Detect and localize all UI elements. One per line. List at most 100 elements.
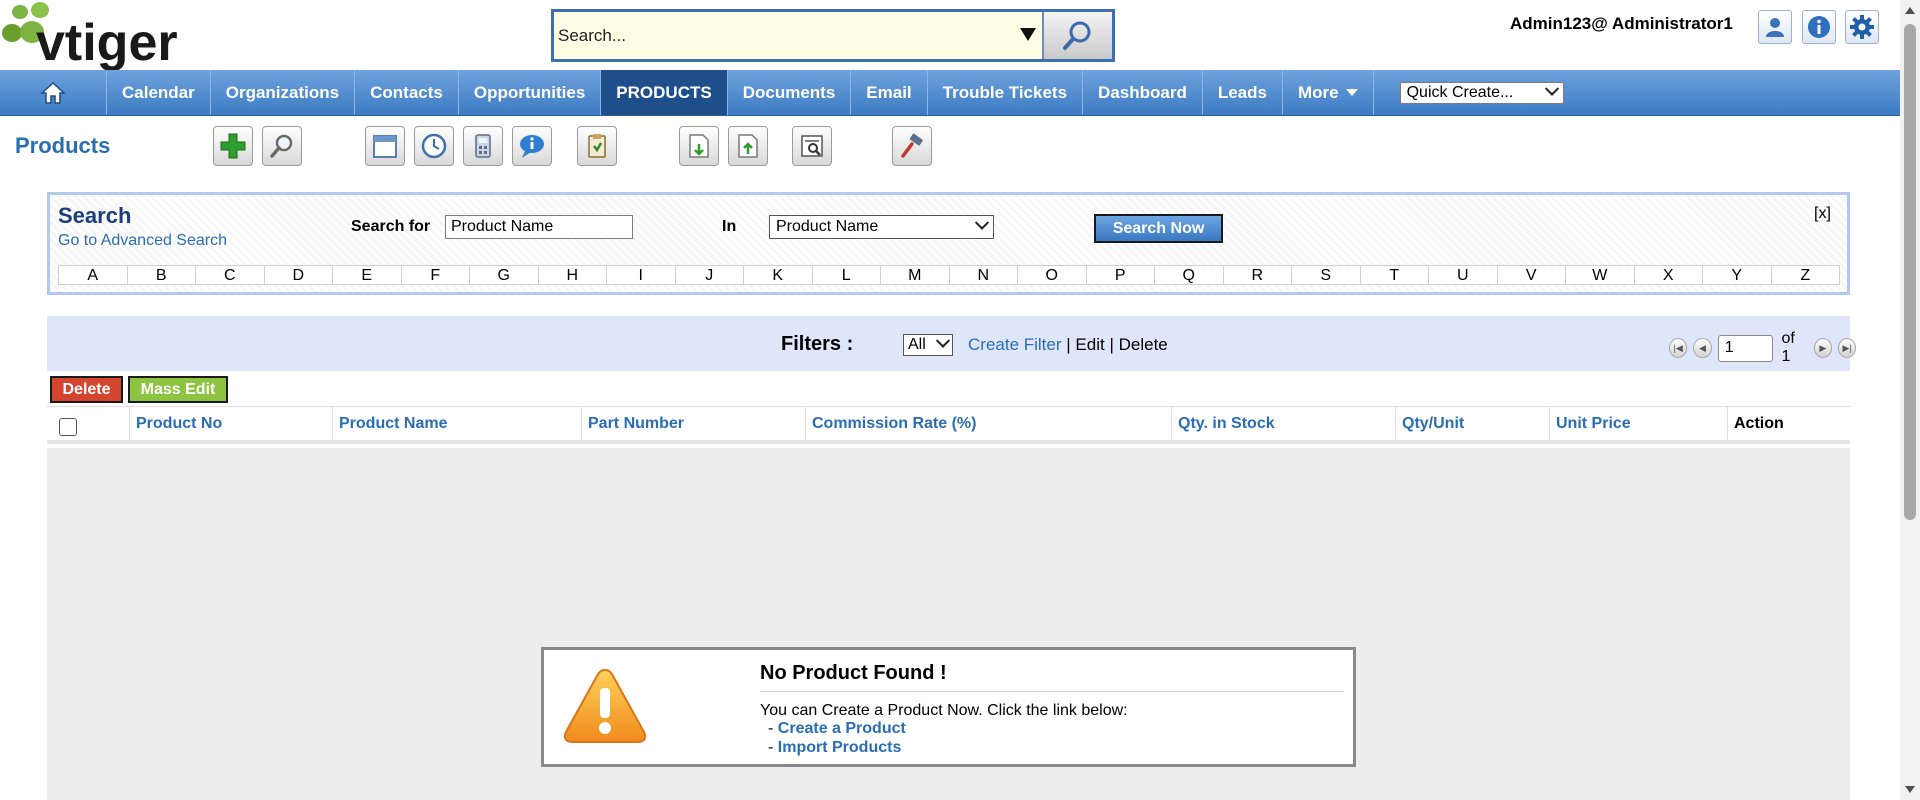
separator: |: [1109, 335, 1114, 354]
settings-button[interactable]: [892, 126, 932, 166]
create-product-row: - Create a Product: [768, 720, 906, 738]
alphabet-letter-g[interactable]: G: [470, 266, 539, 284]
import-products-link[interactable]: Import Products: [778, 739, 902, 756]
tab-calendar[interactable]: Calendar: [107, 70, 211, 115]
prev-page-icon[interactable]: ◀: [1693, 338, 1712, 358]
calendar-button[interactable]: [365, 126, 405, 166]
alphabet-letter-e[interactable]: E: [333, 266, 402, 284]
search-in-select[interactable]: Product Name: [769, 215, 994, 239]
column-part-number[interactable]: Part Number: [581, 407, 805, 440]
home-button[interactable]: [0, 70, 107, 115]
alphabet-letter-n[interactable]: N: [950, 266, 1018, 284]
alphabet-letter-u[interactable]: U: [1429, 266, 1498, 284]
alphabet-letter-a[interactable]: A: [59, 266, 128, 284]
column-product-name[interactable]: Product Name: [332, 407, 581, 440]
empty-state-box: No Product Found ! You can Create a Prod…: [541, 647, 1356, 767]
settings-gear-icon[interactable]: [1845, 10, 1879, 44]
alphabet-letter-o[interactable]: O: [1018, 266, 1087, 284]
alphabet-letter-s[interactable]: S: [1292, 266, 1361, 284]
import-button[interactable]: [679, 126, 719, 166]
close-search-button[interactable]: [x]: [1814, 205, 1831, 223]
filter-selected-value: All: [908, 336, 926, 353]
alphabet-letter-c[interactable]: C: [196, 266, 265, 284]
alphabet-letter-h[interactable]: H: [539, 266, 607, 284]
tab-dashboard[interactable]: Dashboard: [1083, 70, 1203, 115]
calculator-icon: [475, 134, 491, 158]
alphabet-letter-p[interactable]: P: [1087, 266, 1155, 284]
clock-icon: [421, 133, 447, 159]
alphabet-letter-k[interactable]: K: [744, 266, 813, 284]
column-qty-unit[interactable]: Qty/Unit: [1395, 407, 1549, 440]
last-page-icon[interactable]: ▶|: [1838, 338, 1857, 358]
column-qty-in-stock[interactable]: Qty. in Stock: [1171, 407, 1395, 440]
add-product-button[interactable]: [213, 126, 253, 166]
alphabet-letter-d[interactable]: D: [265, 266, 333, 284]
export-button[interactable]: [728, 126, 768, 166]
page-title[interactable]: Products: [15, 133, 110, 159]
quick-create-value: Quick Create...: [1406, 83, 1514, 101]
search-products-button[interactable]: [262, 126, 302, 166]
delete-button[interactable]: Delete: [50, 376, 123, 403]
find-duplicates-button[interactable]: [792, 126, 832, 166]
alphabet-letter-i[interactable]: I: [607, 266, 676, 284]
alphabet-letter-f[interactable]: F: [402, 266, 470, 284]
search-now-button[interactable]: Search Now: [1094, 214, 1223, 243]
scroll-up-icon[interactable]: [1905, 7, 1915, 14]
tab-documents[interactable]: Documents: [728, 70, 852, 115]
search-icon: [1063, 21, 1091, 50]
global-search[interactable]: Search...: [551, 9, 1115, 62]
search-dropdown-icon[interactable]: [1020, 28, 1036, 41]
tab-organizations[interactable]: Organizations: [211, 70, 356, 115]
alphabet-letter-b[interactable]: B: [128, 266, 196, 284]
search-for-input[interactable]: Product Name: [445, 215, 633, 239]
tab-label: Documents: [742, 82, 836, 102]
chat-icon: [520, 135, 544, 158]
search-go-button[interactable]: [1042, 12, 1112, 59]
create-product-link[interactable]: Create a Product: [778, 720, 906, 737]
tab-products[interactable]: PRODUCTS: [601, 70, 728, 115]
alphabet-letter-r[interactable]: R: [1224, 266, 1292, 284]
tab-email[interactable]: Email: [851, 70, 928, 115]
alphabet-letter-l[interactable]: L: [813, 266, 881, 284]
chat-button[interactable]: [512, 126, 552, 166]
scroll-down-icon[interactable]: [1905, 786, 1915, 793]
column-product-no[interactable]: Product No: [129, 407, 332, 440]
column-unit-price[interactable]: Unit Price: [1549, 407, 1727, 440]
alphabet-letter-w[interactable]: W: [1566, 266, 1635, 284]
first-page-icon[interactable]: |◀: [1669, 338, 1688, 358]
advanced-search-link[interactable]: Go to Advanced Search: [58, 232, 227, 250]
select-all-checkbox[interactable]: [59, 418, 77, 436]
tab-opportunities[interactable]: Opportunities: [459, 70, 602, 115]
tab-leads[interactable]: Leads: [1203, 70, 1283, 115]
alphabet-letter-v[interactable]: V: [1498, 266, 1566, 284]
alphabet-letter-y[interactable]: Y: [1703, 266, 1772, 284]
global-search-input[interactable]: Search...: [554, 12, 1042, 59]
alphabet-letter-x[interactable]: X: [1635, 266, 1703, 284]
calculator-button[interactable]: [463, 126, 503, 166]
tab-contacts[interactable]: Contacts: [355, 70, 459, 115]
alphabet-letter-z[interactable]: Z: [1772, 266, 1840, 284]
mass-edit-button[interactable]: Mass Edit: [128, 376, 228, 403]
alphabet-letter-t[interactable]: T: [1361, 266, 1429, 284]
info-icon[interactable]: [1802, 10, 1836, 44]
alphabet-letter-m[interactable]: M: [881, 266, 950, 284]
create-filter-link[interactable]: Create Filter: [968, 335, 1062, 354]
vtiger-logo[interactable]: vtiger: [0, 0, 250, 70]
clock-button[interactable]: [414, 126, 454, 166]
quick-create-select[interactable]: Quick Create...: [1399, 81, 1564, 104]
user-profile-icon[interactable]: [1758, 10, 1792, 44]
scrollbar-thumb[interactable]: [1904, 24, 1916, 520]
column-commission-rate[interactable]: Commission Rate (%): [805, 407, 1171, 440]
filter-select[interactable]: All: [903, 333, 953, 356]
tab-label: Organizations: [225, 82, 340, 102]
tab-more[interactable]: More: [1283, 70, 1374, 115]
clipboard-button[interactable]: [577, 126, 617, 166]
delete-filter-link[interactable]: Delete: [1119, 335, 1168, 354]
page-number-input[interactable]: 1: [1717, 334, 1774, 362]
tab-trouble-tickets[interactable]: Trouble Tickets: [928, 70, 1084, 115]
next-page-icon[interactable]: ▶: [1813, 338, 1832, 358]
alphabet-letter-q[interactable]: Q: [1155, 266, 1224, 284]
page-scrollbar[interactable]: [1900, 0, 1920, 800]
alphabet-letter-j[interactable]: J: [676, 266, 744, 284]
edit-filter-link[interactable]: Edit: [1075, 335, 1104, 354]
